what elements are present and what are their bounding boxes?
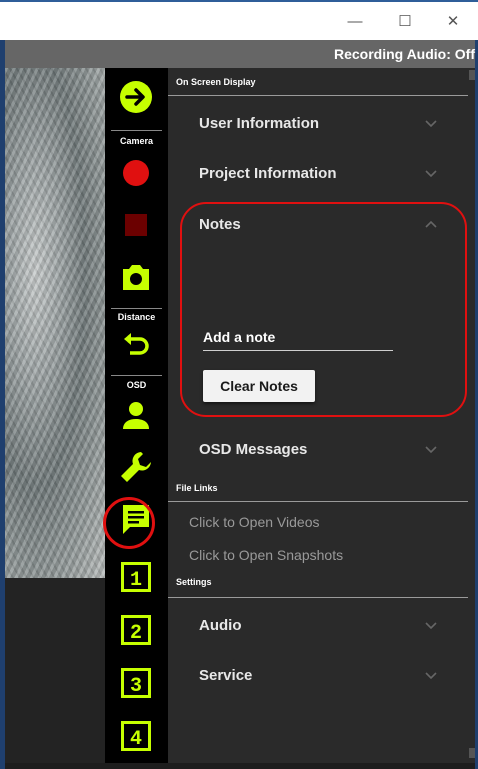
- scroll-up-arrow[interactable]: [469, 70, 475, 80]
- user-icon[interactable]: [117, 396, 155, 434]
- accordion-title: Project Information: [199, 165, 337, 182]
- open-videos-link[interactable]: Click to Open Videos: [189, 514, 319, 530]
- chevron-down-icon: [425, 170, 437, 178]
- wrench-icon[interactable]: [117, 448, 155, 486]
- osd-header: On Screen Display: [176, 77, 256, 87]
- scroll-down-arrow[interactable]: [469, 748, 475, 758]
- preset-4-button[interactable]: 4: [117, 717, 155, 755]
- preset-3-button[interactable]: 3: [117, 664, 155, 702]
- recording-audio-status: Recording Audio: Off: [333, 46, 475, 62]
- preset-1-label: 1: [130, 569, 142, 592]
- chevron-down-icon: [425, 622, 437, 630]
- camera-section-label: Camera: [119, 136, 154, 146]
- accordion-title: Service: [199, 667, 253, 684]
- close-button[interactable]: ✕: [438, 12, 468, 32]
- accordion-user-information[interactable]: User Information: [199, 109, 449, 139]
- preset-4-label: 4: [130, 728, 142, 751]
- accordion-title: OSD Messages: [199, 441, 308, 458]
- distance-section-label: Distance: [117, 312, 156, 322]
- window-titlebar: — ☐ ✕: [0, 0, 478, 40]
- minimize-button[interactable]: —: [340, 12, 370, 32]
- preset-1-button[interactable]: 1: [117, 558, 155, 596]
- chevron-down-icon: [425, 446, 437, 454]
- accordion-title: Audio: [199, 617, 242, 634]
- vertical-toolbar: Camera Distance OSD 1 2 3 4: [105, 68, 168, 763]
- camera-feed: [5, 68, 105, 578]
- preset-3-label: 3: [130, 675, 142, 698]
- settings-header: Settings: [176, 577, 212, 587]
- file-links-header: File Links: [176, 483, 218, 493]
- section-divider: [168, 501, 468, 502]
- stop-icon[interactable]: [117, 206, 155, 244]
- toolbar-divider: [111, 130, 162, 131]
- chevron-down-icon: [425, 672, 437, 680]
- accordion-project-information[interactable]: Project Information: [199, 159, 449, 189]
- osd-section-label: OSD: [126, 380, 147, 390]
- section-divider: [168, 95, 468, 96]
- notes-section-highlight: [180, 202, 467, 417]
- accordion-audio[interactable]: Audio: [199, 611, 449, 641]
- notes-button-highlight: [103, 497, 155, 549]
- preset-2-label: 2: [130, 622, 142, 645]
- record-icon[interactable]: [117, 154, 155, 192]
- accordion-osd-messages[interactable]: OSD Messages: [199, 435, 449, 465]
- open-snapshots-link[interactable]: Click to Open Snapshots: [189, 547, 343, 563]
- accordion-service[interactable]: Service: [199, 661, 449, 691]
- arrow-right-icon[interactable]: [117, 78, 155, 116]
- status-bar: Recording Audio: Off: [5, 40, 475, 68]
- maximize-button[interactable]: ☐: [390, 12, 420, 32]
- camera-icon[interactable]: [117, 258, 155, 296]
- toolbar-divider: [111, 375, 162, 376]
- chevron-down-icon: [425, 120, 437, 128]
- accordion-title: User Information: [199, 115, 320, 132]
- camera-background: [5, 578, 105, 763]
- toolbar-divider: [111, 308, 162, 309]
- panel-scrollbar[interactable]: [468, 68, 475, 763]
- preset-2-button[interactable]: 2: [117, 611, 155, 649]
- undo-icon[interactable]: [117, 326, 155, 364]
- section-divider: [168, 597, 468, 598]
